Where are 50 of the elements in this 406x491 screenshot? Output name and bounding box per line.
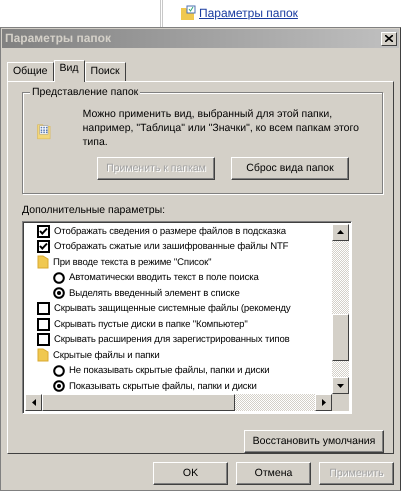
vertical-scrollbar[interactable] <box>332 224 349 394</box>
scrollbar-corner <box>332 394 349 411</box>
up-arrow-icon <box>337 230 344 234</box>
group-heading: Скрытые файлы и папки <box>53 350 160 361</box>
radio-button[interactable] <box>53 287 65 300</box>
folder-views-description: Можно применить вид, выбранный для этой папки, например, "Таблица" или "Значки", ко всем папкам этого типа. <box>82 107 360 149</box>
radio-button[interactable] <box>53 364 65 377</box>
option-label: Выделять введенный элемент в списке <box>69 288 240 299</box>
scroll-left-button[interactable] <box>25 394 42 411</box>
tab[interactable]: Поиск <box>84 62 126 81</box>
folder-options-link[interactable]: Параметры папок <box>180 5 298 21</box>
cancel-button[interactable]: Отмена <box>236 462 311 485</box>
scroll-thumb[interactable] <box>332 314 349 362</box>
down-arrow-icon <box>337 384 344 388</box>
ok-button[interactable]: OK <box>153 462 228 485</box>
folder-icon <box>37 348 49 362</box>
scroll-up-button[interactable] <box>332 224 349 240</box>
checkbox[interactable] <box>37 224 50 238</box>
restore-defaults-button[interactable]: Восстановить умолчания <box>244 430 384 453</box>
folder-icon <box>37 255 49 270</box>
scroll-down-button[interactable] <box>332 377 349 394</box>
option-label: Скрывать пустые диски в папке "Компьютер" <box>54 318 248 330</box>
option-label: Скрывать защищенные системные файлы (рекоменду <box>54 303 290 314</box>
checkbox[interactable] <box>37 318 50 331</box>
scroll-thumb[interactable] <box>42 394 235 411</box>
option-label: Показывать скрытые файлы, папки и диски <box>69 380 257 392</box>
window-title: Параметры папок <box>5 31 111 46</box>
advanced-settings-label: Дополнительные параметры: <box>22 204 166 216</box>
horizontal-scrollbar[interactable] <box>25 394 332 411</box>
radio-button[interactable] <box>53 380 65 392</box>
folder-options-icon <box>180 5 196 21</box>
tab[interactable]: Вид <box>54 60 85 82</box>
radio-button[interactable] <box>53 272 65 284</box>
checkbox[interactable] <box>37 302 50 316</box>
group-heading: При вводе текста в режиме "Список" <box>53 256 212 268</box>
right-arrow-icon <box>322 399 326 406</box>
checkbox[interactable] <box>37 333 50 346</box>
option-label: Автоматически вводить текст в поле поиска <box>69 272 259 284</box>
reset-folders-button[interactable]: Сброс вида папок <box>231 157 349 180</box>
checkbox[interactable] <box>37 240 50 254</box>
left-arrow-icon <box>32 399 36 406</box>
option-label: Не показывать скрытые файлы, папки и диски <box>69 365 270 376</box>
option-label: Отображать сжатые или зашифрованные файлы NTF <box>54 241 288 252</box>
option-label: Скрывать расширения для зарегистрированных типов <box>54 334 290 346</box>
scroll-right-button[interactable] <box>315 394 332 411</box>
group-title: Представление папок <box>30 86 140 99</box>
close-icon <box>385 35 393 42</box>
option-label: Отображать сведения о размере файлов в подсказка <box>54 226 286 237</box>
close-button[interactable] <box>381 32 397 46</box>
tab[interactable]: Общие <box>7 62 54 81</box>
